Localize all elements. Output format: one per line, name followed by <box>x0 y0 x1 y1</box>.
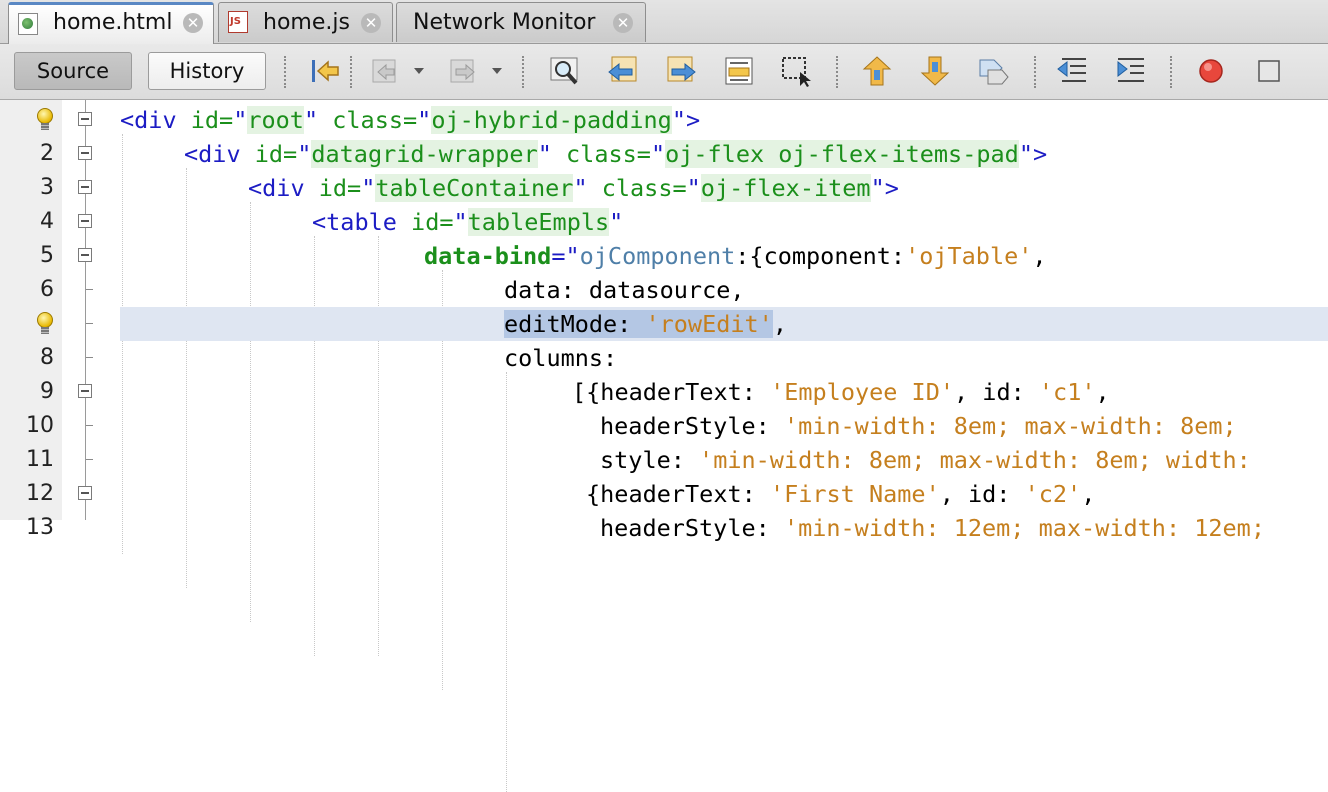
code-line: 3 <div id="tableContainer" class="oj-fle… <box>0 171 1328 205</box>
toolbar-separator <box>350 56 352 88</box>
line-number: 2 <box>40 141 54 166</box>
code-line: 12 {headerText: 'First Name', id: 'c2', <box>0 477 1328 511</box>
chevron-down-icon[interactable] <box>492 68 502 74</box>
tab-label: home.js <box>263 10 350 35</box>
code-text: headerStyle: 'min-width: 12em; max-width… <box>600 514 1265 542</box>
code-line: 13 headerStyle: 'min-width: 12em; max-wi… <box>0 511 1328 545</box>
line-number: 11 <box>26 447 54 472</box>
code-text: headerStyle: 'min-width: 8em; max-width:… <box>600 412 1237 440</box>
fold-toggle-icon[interactable] <box>78 248 92 262</box>
toolbar-separator <box>284 56 286 88</box>
find-icon[interactable] <box>548 54 582 88</box>
fold-toggle-icon[interactable] <box>78 384 92 398</box>
previous-bookmark-icon[interactable] <box>860 54 894 88</box>
close-tab-icon[interactable]: ✕ <box>183 13 203 33</box>
line-number: 4 <box>40 209 54 234</box>
code-editor[interactable]: <div id="root" class="oj-hybrid-padding"… <box>0 100 1328 792</box>
fold-toggle-icon[interactable] <box>78 180 92 194</box>
back-icon[interactable] <box>370 54 404 88</box>
fold-toggle-icon[interactable] <box>78 214 92 228</box>
fold-tick <box>86 289 93 290</box>
tab-home-html[interactable]: home.html ✕ <box>8 2 214 44</box>
line-number: 9 <box>40 379 54 404</box>
code-text: data: datasource, <box>504 276 745 304</box>
toolbar-separator <box>1034 56 1036 88</box>
fold-tick <box>86 323 93 324</box>
source-button[interactable]: Source <box>14 52 132 90</box>
code-line: 2 <div id="datagrid-wrapper" class="oj-f… <box>0 137 1328 171</box>
fold-tick <box>86 459 93 460</box>
code-line: 9 [{headerText: 'Employee ID', id: 'c1', <box>0 375 1328 409</box>
history-button[interactable]: History <box>148 52 266 90</box>
start-macro-recording-icon[interactable] <box>1194 54 1228 88</box>
code-text: data-bind="ojComponent:{component:'ojTab… <box>424 242 1047 270</box>
fold-tick <box>86 357 93 358</box>
next-bookmark-icon[interactable] <box>918 54 952 88</box>
line-number: 10 <box>26 413 54 438</box>
find-previous-icon[interactable] <box>606 54 640 88</box>
code-line: 8 columns: <box>0 341 1328 375</box>
code-line-current: editMode: 'rowEdit', <box>0 307 1328 341</box>
code-text: {headerText: 'First Name', id: 'c2', <box>586 480 1096 508</box>
code-text: <div id="datagrid-wrapper" class="oj-fle… <box>184 140 1048 168</box>
code-text: [{headerText: 'Employee ID', id: 'c1', <box>572 378 1110 406</box>
editor-toolbar: Source History <box>0 44 1328 100</box>
code-text: <div id="root" class="oj-hybrid-padding"… <box>120 106 701 134</box>
html-file-icon <box>18 13 38 35</box>
toggle-highlight-icon[interactable] <box>722 54 756 88</box>
toolbar-separator <box>836 56 838 88</box>
code-text: <table id="tableEmpls" <box>312 208 624 236</box>
toolbar-separator <box>1170 56 1172 88</box>
last-edit-icon[interactable] <box>308 54 342 88</box>
fold-toggle-icon[interactable] <box>78 112 92 126</box>
hint-bulb-icon[interactable] <box>36 108 54 132</box>
line-number: 3 <box>40 175 54 200</box>
find-next-icon[interactable] <box>664 54 698 88</box>
code-line: 10 headerStyle: 'min-width: 8em; max-wid… <box>0 409 1328 443</box>
code-text: editMode: 'rowEdit', <box>504 310 787 338</box>
toolbar-separator <box>522 56 524 88</box>
hint-bulb-icon[interactable] <box>36 312 54 336</box>
tab-label: Network Monitor <box>413 10 596 35</box>
code-line: 11 style: 'min-width: 8em; max-width: 8e… <box>0 443 1328 477</box>
editor-tab-bar: home.html ✕ home.js ✕ Network Monitor ✕ <box>0 0 1328 44</box>
rectangular-selection-icon[interactable] <box>780 54 814 88</box>
stop-macro-recording-icon[interactable] <box>1252 54 1286 88</box>
close-tab-icon[interactable]: ✕ <box>361 13 381 33</box>
fold-tick <box>86 425 93 426</box>
forward-icon[interactable] <box>448 54 482 88</box>
chevron-down-icon[interactable] <box>414 68 424 74</box>
js-file-icon <box>228 11 248 33</box>
code-line: <div id="root" class="oj-hybrid-padding"… <box>0 103 1328 137</box>
code-text: columns: <box>504 344 618 372</box>
line-number: 12 <box>26 481 54 506</box>
line-number: 6 <box>40 277 54 302</box>
code-text: <div id="tableContainer" class="oj-flex-… <box>248 174 899 202</box>
fold-toggle-icon[interactable] <box>78 146 92 160</box>
code-line: 6 data: datasource, <box>0 273 1328 307</box>
fold-toggle-icon[interactable] <box>78 486 92 500</box>
shift-right-icon[interactable] <box>1114 54 1148 88</box>
close-tab-icon[interactable]: ✕ <box>613 13 633 33</box>
toggle-bookmark-icon[interactable] <box>976 54 1010 88</box>
code-line: 4 <table id="tableEmpls" <box>0 205 1328 239</box>
line-number: 5 <box>40 243 54 268</box>
code-text: style: 'min-width: 8em; max-width: 8em; … <box>600 446 1251 474</box>
tab-network-monitor[interactable]: Network Monitor ✕ <box>396 2 646 42</box>
line-number: 13 <box>26 515 54 540</box>
tab-label: home.html <box>53 10 173 35</box>
tab-home-js[interactable]: home.js ✕ <box>218 2 393 42</box>
line-number: 8 <box>40 345 54 370</box>
code-line: 5 data-bind="ojComponent:{component:'ojT… <box>0 239 1328 273</box>
shift-left-icon[interactable] <box>1056 54 1090 88</box>
